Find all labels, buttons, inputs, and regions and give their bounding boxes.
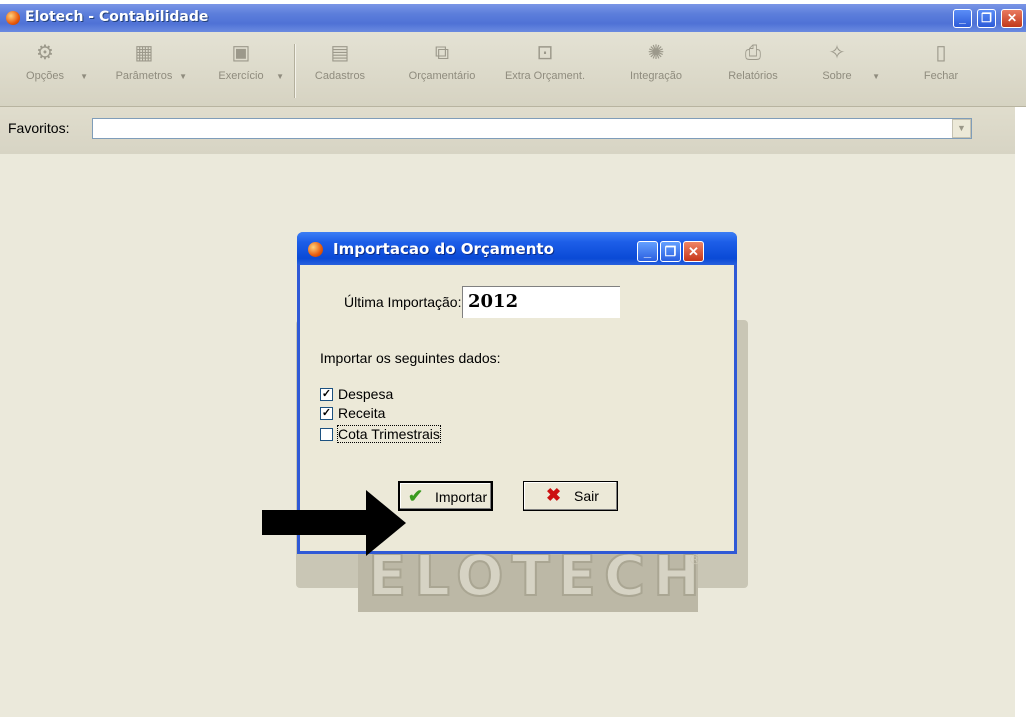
chevron-down-icon[interactable]: ▼ [872, 72, 880, 81]
favorites-bar: Favoritos: ▼ [0, 107, 1026, 154]
close-x-icon: ✖ [546, 485, 562, 505]
chevron-down-icon[interactable]: ▼ [179, 72, 187, 81]
toolbar-sobre-label: Sobre [822, 70, 852, 82]
app-logo-icon [308, 242, 323, 257]
receita-label[interactable]: Receita [338, 405, 385, 421]
register-icon: ▤ [330, 42, 350, 64]
window-title: Elotech - Contabilidade [25, 9, 209, 25]
importar-button[interactable]: ✔ Importar [398, 481, 493, 511]
toolbar-cadastros-label: Cadastros [314, 70, 366, 82]
toolbar-exercicio-label: Exercício [218, 70, 264, 82]
calendar-icon: ▣ [231, 42, 251, 64]
importar-button-label: Importar [435, 489, 488, 505]
window-titlebar[interactable]: Elotech - Contabilidade _ ❐ ✕ [0, 4, 1026, 32]
dialog-minimize-button[interactable]: _ [637, 241, 658, 262]
toolbar-parametros-button[interactable]: ▦ Parâmetros ▼ [99, 42, 189, 102]
dialog-maximize-button[interactable]: ❐ [660, 241, 681, 262]
toolbar-parametros-label: Parâmetros [115, 70, 173, 82]
import-dialog: Importacao do Orçamento _ ❐ ✕ Última Imp… [297, 232, 737, 554]
toolbar-cadastros-button[interactable]: ▤ Cadastros [295, 42, 385, 102]
toolbar-opcoes-label: Opções [26, 70, 64, 82]
main-toolbar: ⚙ Opções ▼ ▦ Parâmetros ▼ ▣ Exercício ▼ … [0, 32, 1026, 107]
exit-door-icon: ▯ [935, 42, 947, 64]
ultima-importacao-label: Última Importação: [344, 294, 462, 310]
checkmark-icon: ✔ [408, 486, 424, 506]
toolbar-sobre-button[interactable]: ✧ Sobre ▼ [792, 42, 882, 102]
dialog-title: Importacao do Orçamento [333, 240, 554, 258]
main-window: Elotech - Contabilidade _ ❐ ✕ ⚙ Opções ▼… [0, 0, 1026, 717]
cota-trimestrais-label[interactable]: Cota Trimestrais [337, 425, 441, 443]
window-right-edge [1015, 107, 1026, 717]
chevron-down-icon[interactable]: ▼ [952, 119, 971, 138]
toolbar-relatorios-button[interactable]: ⎙ Relatórios [708, 42, 798, 102]
app-logo-icon [6, 11, 20, 25]
gears-icon: ⚙ [36, 42, 54, 64]
annotation-arrow-icon [366, 490, 406, 556]
favorites-label: Favoritos: [8, 120, 70, 136]
close-button[interactable]: ✕ [1001, 9, 1023, 28]
toolbar-integracao-button[interactable]: ✺ Integração [611, 42, 701, 102]
toolbar-fechar-button[interactable]: ▯ Fechar [896, 42, 986, 102]
minimize-button[interactable]: _ [953, 9, 972, 28]
despesa-label[interactable]: Despesa [338, 386, 393, 402]
toolbar-fechar-label: Fechar [923, 70, 959, 82]
importar-dados-label: Importar os seguintes dados: [320, 350, 501, 366]
toolbar-opcoes-button[interactable]: ⚙ Opções ▼ [0, 42, 90, 102]
toolbar-orcamentario-button[interactable]: ⧉ Orçamentário [397, 42, 487, 102]
toolbar-extra-orcamento-button[interactable]: ⊡ Extra Orçament. [500, 42, 590, 102]
dialog-close-button[interactable]: ✕ [683, 241, 704, 262]
restore-button[interactable]: ❐ [977, 9, 996, 28]
extra-budget-icon: ⊡ [536, 42, 554, 64]
cota-trimestrais-checkbox[interactable] [320, 428, 333, 441]
sair-button-label: Sair [574, 488, 599, 504]
toolbar-exercicio-button[interactable]: ▣ Exercício ▼ [196, 42, 286, 102]
printer-icon: ⎙ [745, 42, 761, 64]
toolbar-integracao-label: Integração [630, 70, 682, 82]
integration-icon: ✺ [647, 42, 665, 64]
about-icon: ✧ [828, 42, 846, 64]
chevron-down-icon[interactable]: ▼ [80, 72, 88, 81]
toolbar-orcamentario-label: Orçamentário [408, 70, 476, 82]
receita-checkbox[interactable]: ✓ [320, 407, 333, 420]
favorites-combobox[interactable] [92, 118, 972, 139]
toolbar-extra-orcamento-label: Extra Orçament. [504, 70, 586, 82]
chevron-down-icon[interactable]: ▼ [276, 72, 284, 81]
annotation-arrow-shaft [262, 510, 368, 535]
table-icon: ▦ [134, 42, 154, 64]
despesa-checkbox[interactable]: ✓ [320, 388, 333, 401]
sair-button[interactable]: ✖ Sair [523, 481, 618, 511]
elotech-logo: ELOTECH [367, 544, 708, 609]
budget-icon: ⧉ [434, 42, 450, 64]
ultima-importacao-field[interactable]: 2012 [462, 286, 620, 318]
dialog-titlebar[interactable]: Importacao do Orçamento _ ❐ ✕ [297, 232, 737, 265]
toolbar-relatorios-label: Relatórios [728, 70, 778, 82]
